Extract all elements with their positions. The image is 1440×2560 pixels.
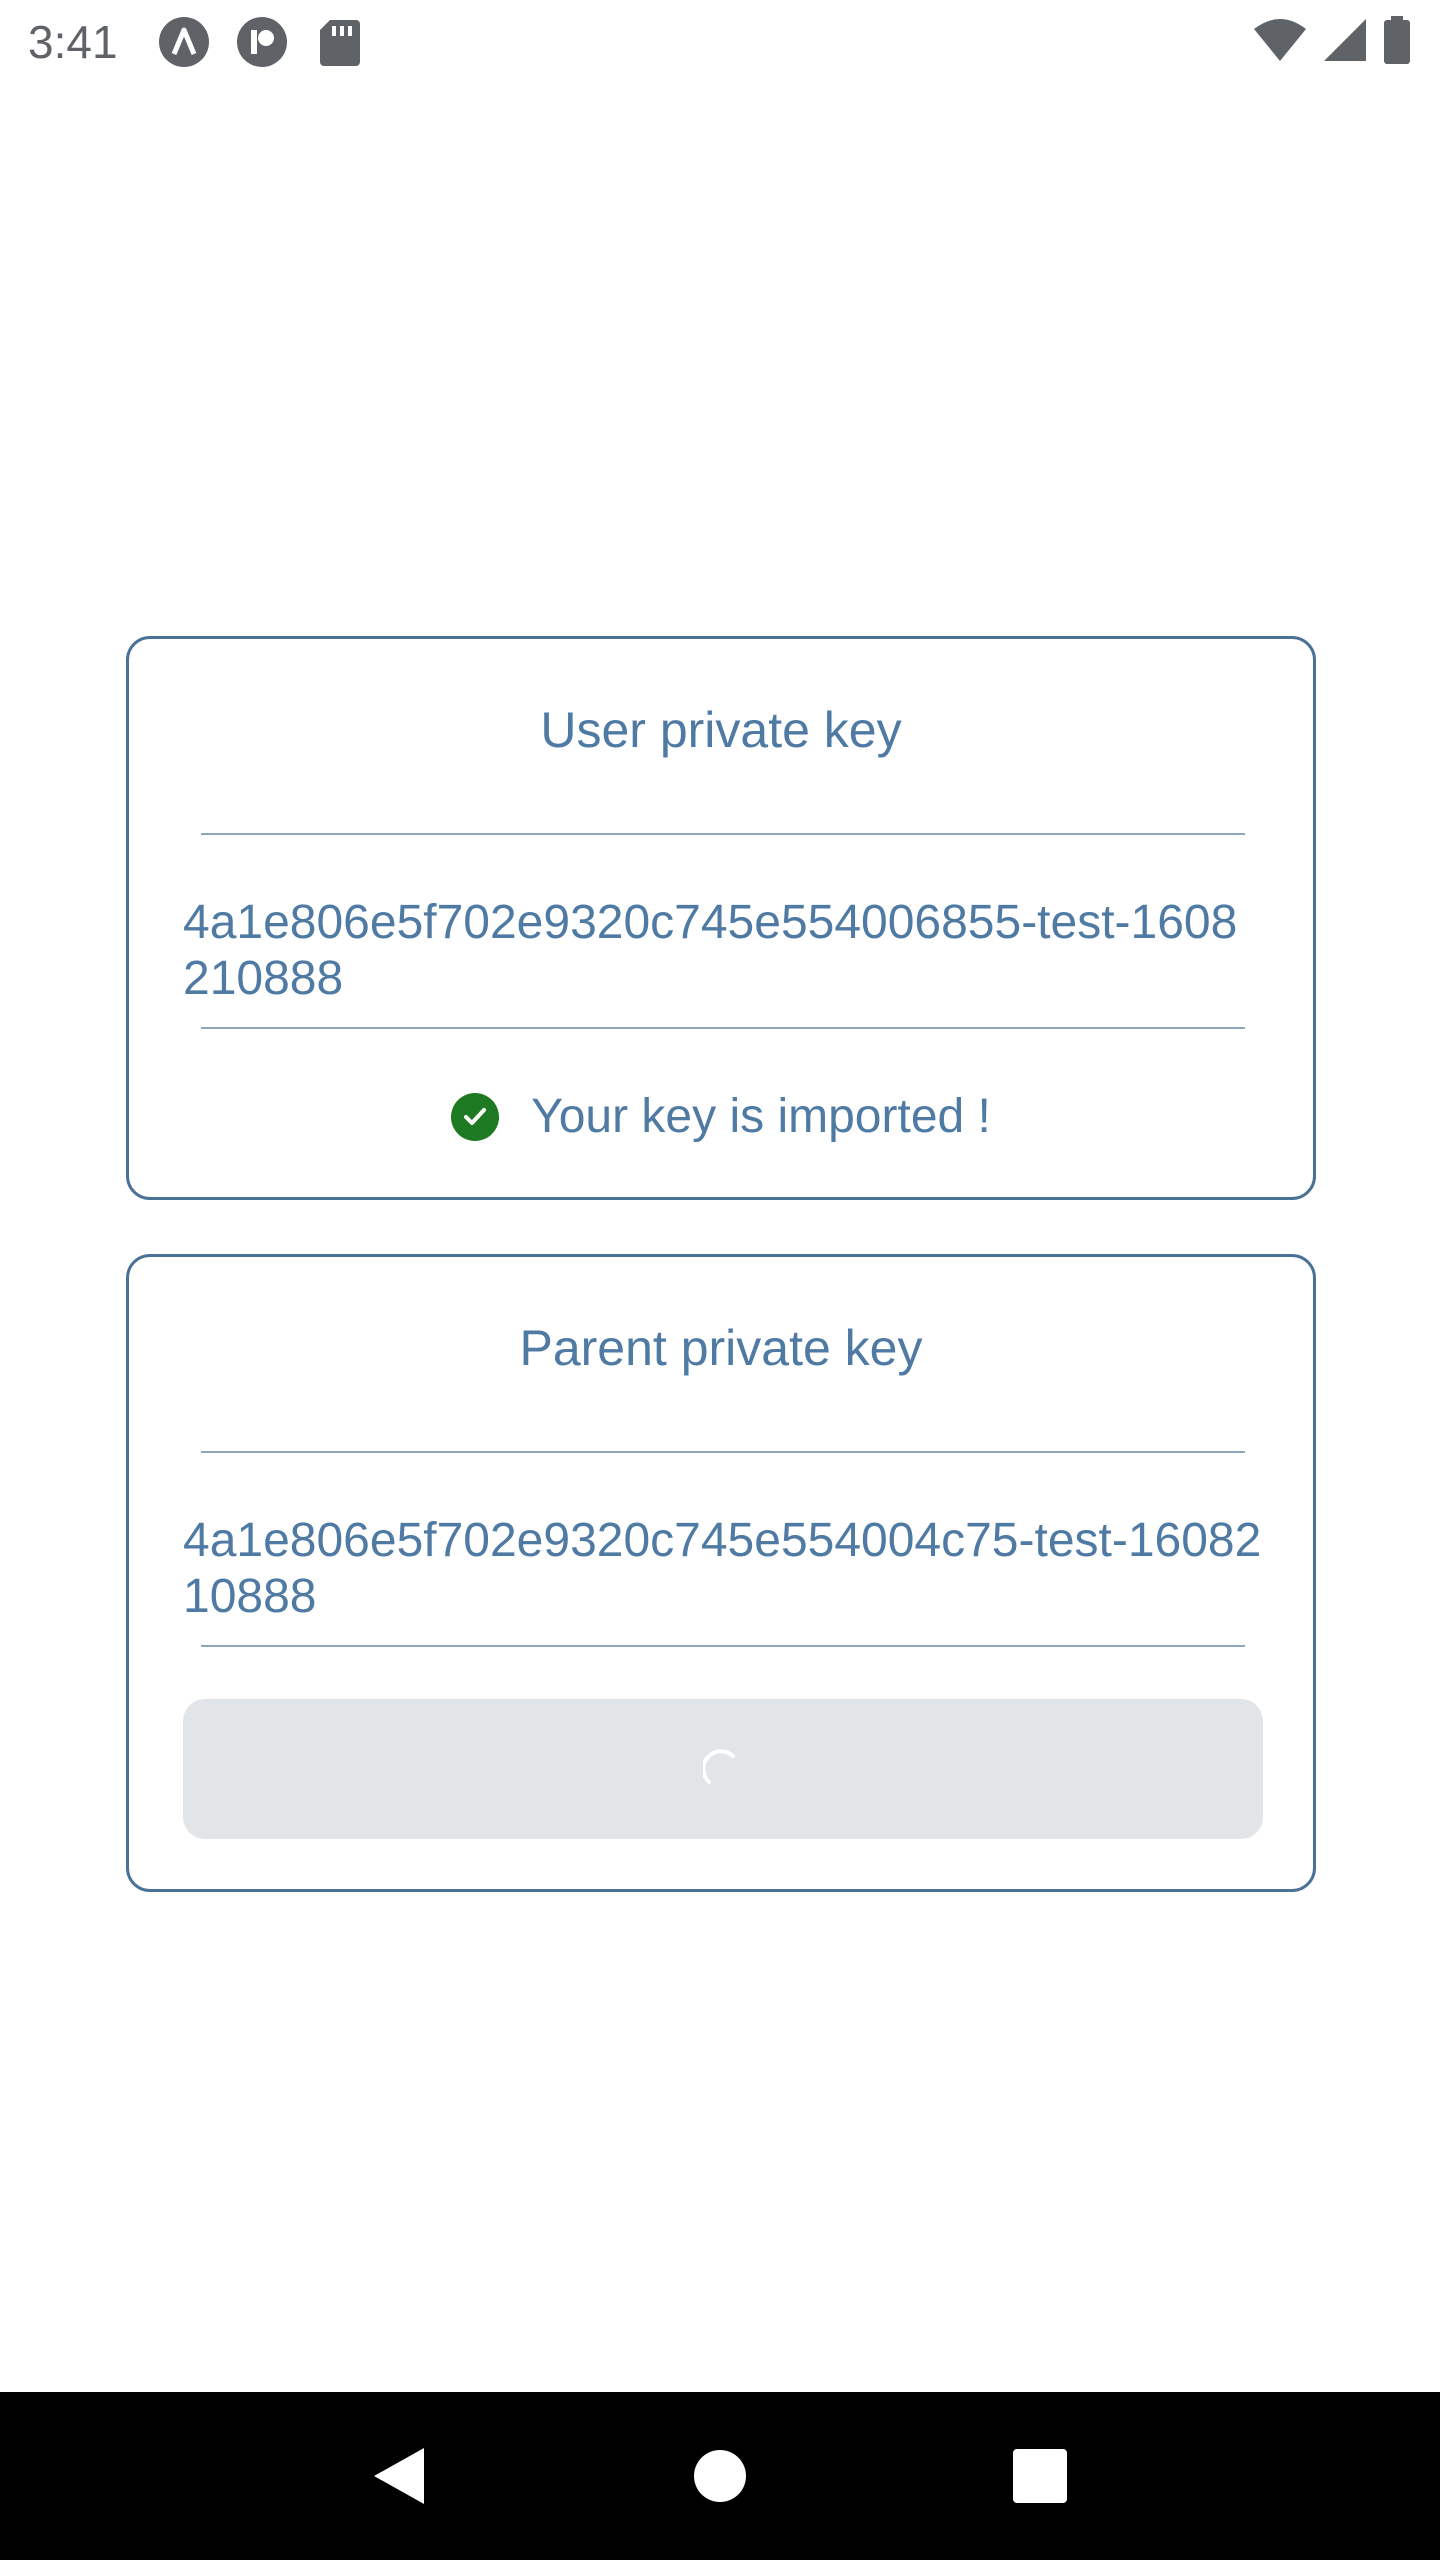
parent-key-card: Parent private key 4a1e806e5f702e9320c74…: [126, 1254, 1316, 1892]
user-key-card: User private key 4a1e806e5f702e9320c745e…: [126, 636, 1316, 1200]
divider: [201, 1451, 1245, 1453]
back-icon[interactable]: [360, 2436, 440, 2516]
app-p-icon: [236, 16, 288, 68]
wifi-icon: [1252, 17, 1308, 68]
import-status: Your key is imported !: [129, 1089, 1313, 1144]
status-left: 3:41: [28, 15, 366, 69]
parent-key-field[interactable]: 4a1e806e5f702e9320c745e554004c75-test-16…: [183, 1513, 1263, 1625]
sd-card-icon: [314, 16, 366, 68]
divider: [201, 833, 1245, 835]
user-key-field[interactable]: 4a1e806e5f702e9320c745e554006855-test-16…: [183, 895, 1263, 1007]
signal-icon: [1322, 17, 1368, 68]
submit-button[interactable]: [183, 1699, 1263, 1839]
import-status-text: Your key is imported !: [531, 1090, 991, 1143]
recents-icon[interactable]: [1000, 2436, 1080, 2516]
status-right: [1252, 15, 1412, 69]
home-icon[interactable]: [680, 2436, 760, 2516]
status-time: 3:41: [28, 16, 118, 68]
divider: [201, 1027, 1245, 1029]
user-key-title: User private key: [540, 702, 902, 758]
app-a-icon: [158, 16, 210, 68]
battery-icon: [1382, 15, 1412, 69]
status-bar: 3:41: [0, 0, 1440, 84]
parent-key-title: Parent private key: [519, 1320, 923, 1376]
check-circle-icon: [451, 1092, 500, 1141]
loading-spinner-icon: [701, 1748, 743, 1791]
divider: [201, 1645, 1245, 1647]
navigation-bar: [0, 2392, 1440, 2560]
screen: 3:41 User private key 4a1e806e5f702e9320…: [0, 0, 1440, 2560]
